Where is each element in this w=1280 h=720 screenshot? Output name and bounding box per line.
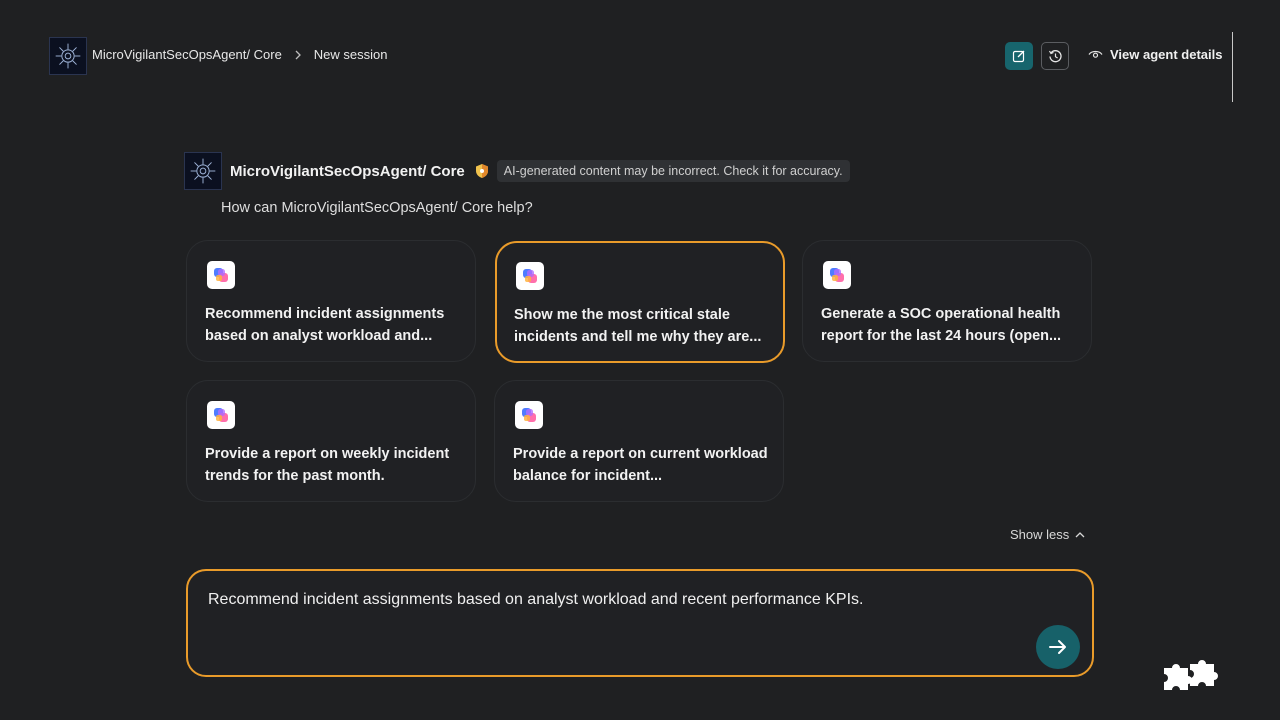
suggestion-card[interactable]: Generate a SOC operational health report… (802, 240, 1092, 362)
eye-icon (1088, 50, 1103, 58)
copilot-icon (515, 401, 543, 429)
shield-icon (475, 163, 489, 179)
agent-header: MicroVigilantSecOpsAgent/ Core AI-genera… (184, 152, 850, 190)
copilot-icon (823, 261, 851, 289)
send-button[interactable] (1036, 625, 1080, 669)
copilot-icon (207, 401, 235, 429)
prompt-input[interactable]: Recommend incident assignments based on … (186, 569, 1094, 677)
agent-logo-icon (49, 37, 87, 75)
prompt-input-text[interactable]: Recommend incident assignments based on … (208, 591, 863, 609)
suggestion-text: Recommend incident assignments based on … (205, 306, 445, 344)
suggestion-text: Generate a SOC operational health report… (821, 306, 1062, 344)
new-session-button[interactable] (1005, 42, 1033, 70)
view-agent-details-label: View agent details (1110, 47, 1223, 62)
breadcrumb: MicroVigilantSecOpsAgent/ Core New sessi… (92, 47, 388, 62)
compose-icon (1012, 50, 1025, 63)
suggestion-text: Provide a report on weekly incident tren… (205, 446, 450, 484)
suggestion-text: Provide a report on current workload bal… (513, 446, 768, 484)
chevron-up-icon (1075, 532, 1085, 538)
divider (1232, 32, 1233, 102)
ai-disclaimer-badge: AI-generated content may be incorrect. C… (496, 160, 850, 182)
puzzle-pieces-icon (1160, 658, 1218, 694)
agent-avatar-icon (184, 152, 222, 190)
copilot-icon (516, 262, 544, 290)
suggestion-card[interactable]: Recommend incident assignments based on … (186, 240, 476, 362)
breadcrumb-agent[interactable]: MicroVigilantSecOpsAgent/ Core (92, 47, 282, 62)
help-prompt: How can MicroVigilantSecOpsAgent/ Core h… (221, 200, 533, 216)
history-button[interactable] (1041, 42, 1069, 70)
show-less-label: Show less (1010, 527, 1070, 542)
top-bar: MicroVigilantSecOpsAgent/ Core New sessi… (0, 0, 1280, 112)
copilot-icon (207, 261, 235, 289)
suggestion-card[interactable]: Provide a report on weekly incident tren… (186, 380, 476, 502)
agent-name: MicroVigilantSecOpsAgent/ Core (230, 162, 465, 180)
show-less-button[interactable]: Show less (1010, 527, 1085, 542)
suggestion-text: Show me the most critical stale incident… (514, 307, 762, 345)
chevron-right-icon (294, 50, 302, 60)
breadcrumb-session: New session (313, 47, 388, 62)
suggestion-card-selected[interactable]: Show me the most critical stale incident… (495, 241, 785, 363)
arrow-right-icon (1049, 640, 1066, 654)
suggestion-card[interactable]: Provide a report on current workload bal… (494, 380, 784, 502)
view-agent-details-button[interactable]: View agent details (1088, 47, 1222, 62)
history-icon (1048, 49, 1062, 62)
